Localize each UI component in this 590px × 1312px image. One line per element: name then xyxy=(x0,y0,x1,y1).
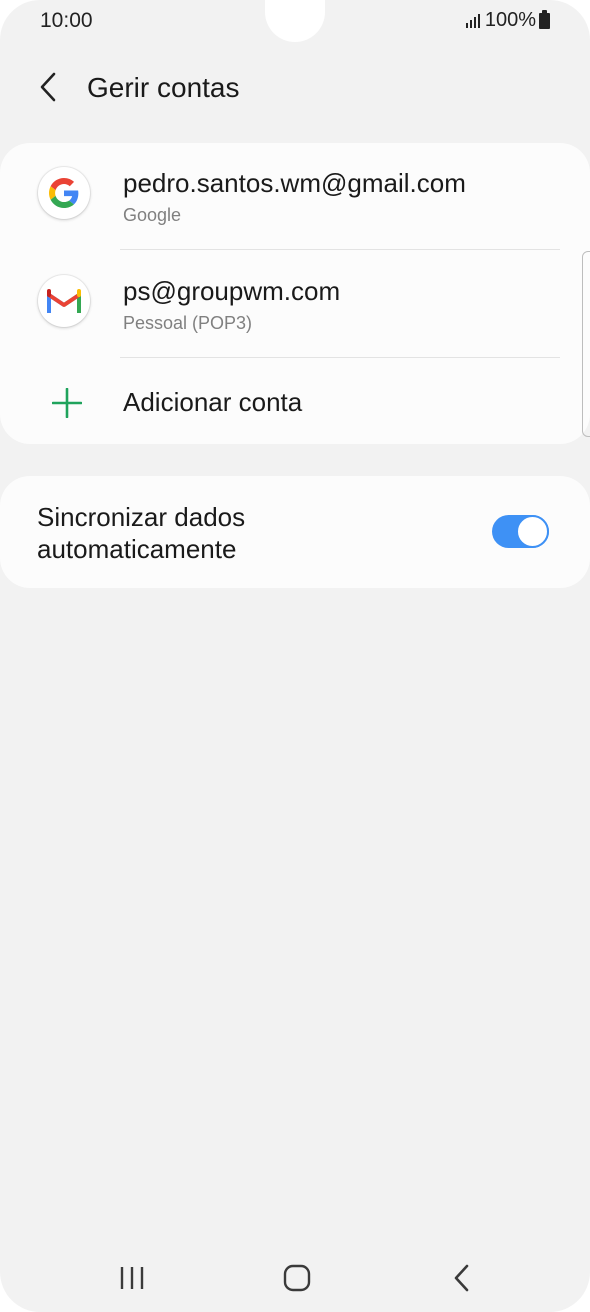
add-account-label: Adicionar conta xyxy=(123,387,303,417)
sync-card[interactable]: Sincronizar dados automaticamente xyxy=(0,476,590,588)
account-type: Pessoal (POP3) xyxy=(123,313,253,333)
accounts-card: pedro.santos.wm@gmail.com Google ps@grou… xyxy=(0,143,590,444)
navigation-bar xyxy=(0,1250,590,1304)
account-email: pedro.santos.wm@gmail.com xyxy=(123,168,466,198)
plus-icon xyxy=(52,388,82,418)
account-email: ps@groupwm.com xyxy=(123,276,341,306)
add-account-button[interactable]: Adicionar conta xyxy=(0,359,590,444)
status-indicators: 100% xyxy=(465,9,550,32)
camera-notch xyxy=(265,0,325,42)
home-icon[interactable] xyxy=(283,1264,311,1292)
account-type: Google xyxy=(123,205,182,225)
sync-toggle[interactable] xyxy=(492,515,549,548)
sync-label: Sincronizar dados automaticamente xyxy=(37,502,246,564)
divider xyxy=(120,357,560,358)
status-time: 10:00 xyxy=(40,9,93,32)
google-icon xyxy=(38,167,90,219)
battery-percent: 100% xyxy=(484,9,536,31)
page-title: Gerir contas xyxy=(87,72,240,103)
account-row-google[interactable]: pedro.santos.wm@gmail.com Google xyxy=(0,143,590,251)
screen: 10:00 100% Gerir contas pedro.santos.wm@… xyxy=(0,0,590,1312)
recents-icon[interactable] xyxy=(118,1265,146,1291)
back-icon[interactable] xyxy=(450,1263,474,1293)
signal-icon xyxy=(465,13,480,28)
gmail-icon xyxy=(38,275,90,327)
account-row-pop3[interactable]: ps@groupwm.com Pessoal (POP3) xyxy=(0,251,590,359)
toggle-knob xyxy=(516,515,549,548)
status-bar: 10:00 100% xyxy=(0,0,590,44)
divider xyxy=(120,249,560,250)
scrollbar[interactable] xyxy=(582,251,590,437)
battery-icon xyxy=(539,9,550,29)
header: Gerir contas xyxy=(0,58,590,118)
chevron-left-icon[interactable] xyxy=(34,70,64,104)
